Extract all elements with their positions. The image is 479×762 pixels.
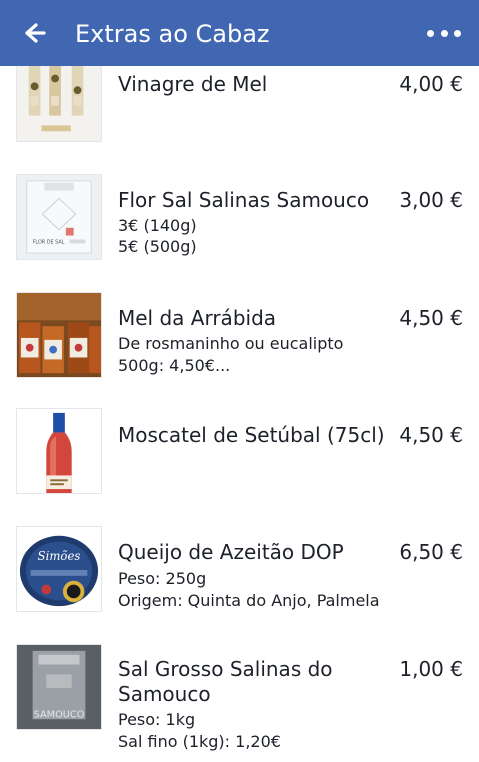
product-description: 5€ (500g) [118,237,197,256]
more-options-button[interactable] [427,22,461,44]
product-image-sal-grosso: SAMOUCO [16,644,102,730]
list-item[interactable]: Mel da Arrábida De rosmaninho ou eucalip… [0,270,479,390]
product-price: 3,00 € [399,188,463,212]
product-description: Sal fino (1kg): 1,20€ [118,732,281,751]
product-price: 6,50 € [399,540,463,564]
product-price: 1,00 € [399,657,463,681]
list-item[interactable]: Simões Queijo de Azeitão DOP Peso: 250g … [0,510,479,630]
product-description: 3€ (140g) [118,216,197,235]
list-item[interactable]: Moscatel de Setúbal (75cl) 4,50 € [0,390,479,510]
product-image-queijo: Simões [16,526,102,612]
product-name: Queijo de Azeitão DOP [118,540,344,564]
product-price: 4,00 € [399,72,463,96]
product-image-mel [16,292,102,378]
product-name: Vinagre de Mel [118,72,268,96]
product-image-moscatel [16,408,102,494]
list-item[interactable]: FLOR DE SAL Flor Sal Salinas Samouco 3€ … [0,150,479,270]
product-description: Peso: 250g [118,569,207,588]
flor-sal-label: FLOR DE SAL [33,239,65,245]
product-name: Flor Sal Salinas Samouco [118,188,370,212]
list-item[interactable]: SAMOUCO Sal Grosso Salinas do Samouco Pe… [0,630,479,762]
sal-grosso-label: SAMOUCO [34,709,85,720]
more-horizontal-icon [427,29,434,37]
product-description: Peso: 1kg [118,710,196,729]
product-name: Mel da Arrábida [118,306,277,330]
arrow-left-icon [25,23,46,43]
product-name: Sal Grosso Salinas do Samouco [118,657,333,706]
product-list: Vinagre de Mel 4,00 € FLOR DE SAL Flor S… [0,0,479,762]
back-button[interactable] [16,16,50,50]
queijo-brand-label: Simões [38,549,81,563]
product-price: 4,50 € [399,306,463,330]
app-bar: Extras ao Cabaz [0,0,479,66]
product-image-vinagre [16,56,102,142]
product-image-flor-sal: FLOR DE SAL [16,174,102,260]
product-price: 4,50 € [399,423,463,447]
product-description: Origem: Quinta do Anjo, Palmela [118,591,380,610]
product-description: 500g: 4,50€... [118,356,231,375]
product-name: Moscatel de Setúbal (75cl) [118,423,385,447]
page-title: Extras ao Cabaz [75,20,270,48]
product-description: De rosmaninho ou eucalipto [118,334,344,353]
